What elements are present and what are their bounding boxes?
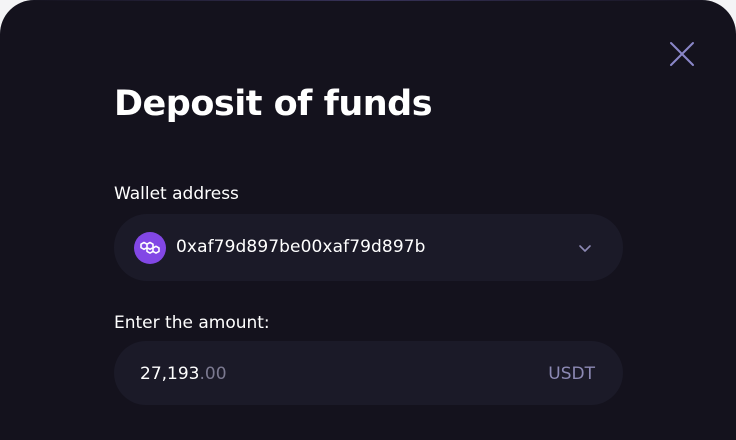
close-button[interactable] xyxy=(664,36,700,72)
wallet-address-select[interactable]: 0xaf79d897be00xaf79d897b xyxy=(114,214,623,281)
amount-integer: 27,193 xyxy=(140,364,200,384)
amount-decimal: .00 xyxy=(199,364,227,384)
close-icon xyxy=(670,42,694,66)
currency-label: USDT xyxy=(548,364,595,384)
modal-title: Deposit of funds xyxy=(114,84,433,124)
amount-label: Enter the amount: xyxy=(114,313,270,333)
amount-input[interactable]: 27,193.00 USDT xyxy=(114,341,623,405)
wallet-address-value: 0xaf79d897be00xaf79d897b xyxy=(176,237,426,257)
deposit-modal: Deposit of funds Wallet address 0xaf79d8… xyxy=(0,0,736,440)
chevron-down-icon[interactable] xyxy=(578,241,592,255)
wallet-address-label: Wallet address xyxy=(114,184,239,204)
polygon-icon xyxy=(134,232,166,264)
amount-value: 27,193.00 xyxy=(140,363,227,385)
